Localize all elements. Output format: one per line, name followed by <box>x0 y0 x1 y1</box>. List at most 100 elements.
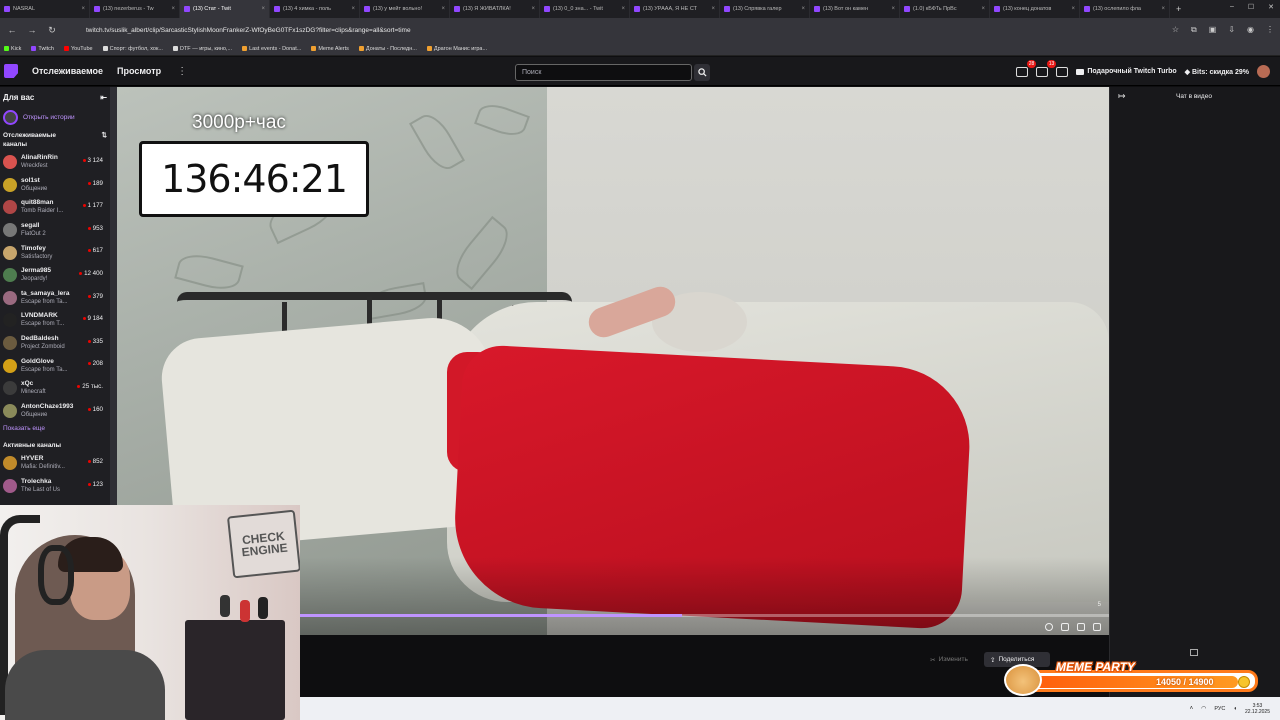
close-window-icon[interactable]: ✕ <box>1268 3 1274 11</box>
close-tab-icon[interactable]: × <box>261 6 265 12</box>
browser-tab[interactable]: (13) 0_0 зна... - Twit × <box>540 0 630 18</box>
bookmark-item[interactable]: DTF — игры, кино,... <box>172 46 232 52</box>
sidebar-channel[interactable]: xQc Minecraft 25 тыс. <box>0 377 110 400</box>
edit-label: Изменить <box>938 656 968 663</box>
forward-icon[interactable]: → <box>26 25 38 35</box>
show-more-link[interactable]: Показать еще <box>0 422 110 436</box>
bookmark-item[interactable]: Драгон Манис игра... <box>426 46 487 52</box>
sidebar-channel[interactable]: GoldGlove Escape from Ta... 208 <box>0 354 110 377</box>
minimize-icon[interactable]: – <box>1230 3 1234 11</box>
bookmark-item[interactable]: Донаты - Последн... <box>358 46 417 52</box>
sidebar-channel[interactable]: Trolechka The Last of Us 123 <box>0 475 110 498</box>
browser-tab[interactable]: (13) Спрявка галер × <box>720 0 810 18</box>
sidebar-channel[interactable]: sol1st Общение 189 <box>0 174 110 197</box>
close-tab-icon[interactable]: × <box>351 6 355 12</box>
close-tab-icon[interactable]: × <box>801 6 805 12</box>
language-indicator[interactable]: РУС <box>1214 706 1225 712</box>
twitch-logo-icon[interactable] <box>4 64 18 78</box>
speaker-icon[interactable]: ◖ <box>1233 706 1237 712</box>
taskbar-clock[interactable]: 3:53 22.12.2025 <box>1245 703 1270 715</box>
chat-popout-icon[interactable] <box>1190 649 1198 656</box>
browser-tab[interactable]: (13) УРААА, Я НЕ СТ × <box>630 0 720 18</box>
collapse-chat-icon[interactable]: ↦ <box>1118 91 1126 102</box>
sidebar-channel[interactable]: DedBaldesh Project Zomboid 335 <box>0 332 110 355</box>
inbox-icon[interactable]: 13 <box>1036 59 1057 77</box>
menu-icon[interactable]: ⋮ <box>1266 25 1274 35</box>
sidebar-channel[interactable]: segall FlatOut 2 953 <box>0 219 110 242</box>
sidebar-channel[interactable]: ta_samaya_lera Escape from Ta... 379 <box>0 287 110 310</box>
wifi-icon[interactable]: ◠ <box>1201 705 1206 712</box>
edit-button[interactable]: ✂ Изменить <box>920 652 978 667</box>
turbo-button[interactable]: Подарочный Twitch Turbo <box>1076 68 1177 75</box>
nav-browse[interactable]: Просмотр <box>117 66 161 76</box>
sidebar-scrollbar[interactable] <box>110 87 117 505</box>
close-tab-icon[interactable]: × <box>1161 6 1165 12</box>
collapse-sidebar-icon[interactable]: ⇤ <box>100 93 107 102</box>
viewer-count-value: 9 184 <box>87 315 103 323</box>
tab-favicon-icon <box>544 6 550 12</box>
browser-tab[interactable]: (13) Вот он камен × <box>810 0 900 18</box>
browser-tab[interactable]: (13) 4 химка - поль × <box>270 0 360 18</box>
browser-tab[interactable]: (1.0) кБФТь ПрВс × <box>900 0 990 18</box>
sidebar-channel[interactable]: AntonChaze1993 Общение 160 <box>0 400 110 423</box>
close-tab-icon[interactable]: × <box>891 6 895 12</box>
download-icon[interactable]: ⇩ <box>1228 25 1235 35</box>
sidebar-channel[interactable]: quit88man Tomb Raider I... 1 177 <box>0 196 110 219</box>
browser-tab[interactable]: (13) nezerberus - Tw × <box>90 0 180 18</box>
new-tab-icon[interactable]: + <box>1176 4 1181 14</box>
drops-icon[interactable]: 28 <box>1016 59 1037 77</box>
tray-chevron-icon[interactable]: ˄ <box>1190 706 1194 712</box>
sidebar-channel[interactable]: AlinaRinRin Wreckfest 3 124 <box>0 151 110 174</box>
close-tab-icon[interactable]: × <box>531 6 535 12</box>
browser-tab[interactable]: (13) Я ЖИВАТЛКА! × <box>450 0 540 18</box>
search-button[interactable] <box>694 64 710 81</box>
user-avatar[interactable] <box>1257 65 1270 78</box>
bits-button[interactable]: ◆ Bits: скидка 29% <box>1185 68 1249 76</box>
bookmark-star-icon[interactable]: ☆ <box>1172 25 1179 35</box>
sidebar-channel[interactable]: LVNDMARK Escape from T... 9 184 <box>0 309 110 332</box>
reload-icon[interactable]: ↻ <box>46 25 58 36</box>
theatre-mode-icon[interactable] <box>1077 623 1085 631</box>
viewer-count-value: 189 <box>92 179 103 187</box>
settings-icon[interactable] <box>1045 623 1053 631</box>
close-tab-icon[interactable]: × <box>981 6 985 12</box>
bookmark-item[interactable]: Kick <box>4 46 21 52</box>
bookmark-item[interactable]: Meme Alerts <box>311 46 349 52</box>
meme-party-title: MEME PARTY <box>1056 660 1135 674</box>
sidebar-channel[interactable]: Timofey Satisfactory 617 <box>0 241 110 264</box>
sidebar-channel[interactable]: Jerma985 Jeopardy! 12 400 <box>0 264 110 287</box>
tab-favicon-icon <box>274 6 280 12</box>
sidebar-channel[interactable]: HYVER Mafia: Definitiv... 852 <box>0 452 110 475</box>
close-tab-icon[interactable]: × <box>711 6 715 12</box>
more-options-icon[interactable]: ⋮ <box>177 66 187 77</box>
stories-button[interactable]: Открыть истории <box>0 108 110 126</box>
fullscreen-icon[interactable] <box>1093 623 1101 631</box>
live-dot-icon <box>82 317 86 321</box>
close-tab-icon[interactable]: × <box>81 6 85 12</box>
close-tab-icon[interactable]: × <box>1071 6 1075 12</box>
bookmark-item[interactable]: Twitch <box>31 46 54 52</box>
clip-icon[interactable] <box>1061 623 1069 631</box>
browser-tab[interactable]: (13) у мейт вольно! × <box>360 0 450 18</box>
maximize-icon[interactable]: ☐ <box>1248 3 1254 11</box>
browser-tab[interactable]: (13) Стат - Twit × <box>180 0 270 18</box>
browser-tab[interactable]: (13) конец донатов × <box>990 0 1080 18</box>
nav-following[interactable]: Отслеживаемое <box>32 66 103 76</box>
close-tab-icon[interactable]: × <box>621 6 625 12</box>
bookmark-item[interactable]: Спорт: футбол, хок... <box>102 46 163 52</box>
search-input[interactable]: Поиск <box>515 64 692 81</box>
extensions-icon[interactable]: ⧉ <box>1191 25 1197 35</box>
url-field[interactable]: twitch.tv/suslik_albert/clip/SarcasticSt… <box>86 27 411 34</box>
profile-icon[interactable]: ◉ <box>1247 25 1254 35</box>
bookmark-item[interactable]: YouTube <box>63 46 93 52</box>
bookmark-item[interactable]: Last events - Donat... <box>242 46 301 52</box>
whispers-icon[interactable] <box>1056 66 1069 77</box>
sidepanel-icon[interactable]: ▣ <box>1209 25 1217 35</box>
channel-game: Jeopardy! <box>21 276 48 283</box>
back-icon[interactable]: ← <box>6 25 18 35</box>
browser-tab[interactable]: (13) ослепило фла × <box>1080 0 1170 18</box>
browser-tab[interactable]: NASRAL × <box>0 0 90 18</box>
close-tab-icon[interactable]: × <box>441 6 445 12</box>
sort-icon[interactable]: ⇅ <box>102 131 107 149</box>
close-tab-icon[interactable]: × <box>171 6 175 12</box>
